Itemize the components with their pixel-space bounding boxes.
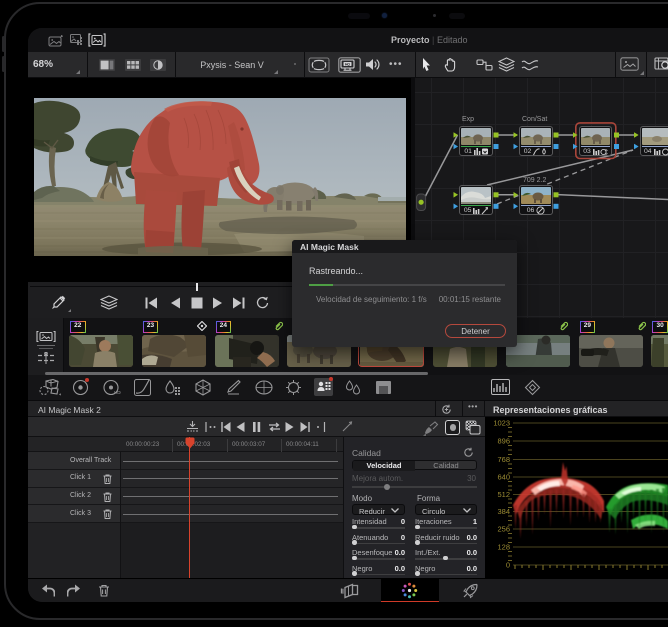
svg-text:256: 256 — [497, 525, 510, 534]
svg-text:HDR: HDR — [114, 390, 121, 395]
svg-text:640: 640 — [497, 473, 510, 482]
svg-text:0: 0 — [506, 561, 510, 570]
svg-text:512: 512 — [497, 490, 510, 499]
svg-text:HQ: HQ — [345, 62, 350, 66]
svg-text:768: 768 — [497, 455, 510, 464]
svg-text:384: 384 — [497, 507, 510, 516]
svg-text:1023: 1023 — [493, 419, 510, 428]
svg-text:896: 896 — [497, 437, 510, 446]
svg-text:128: 128 — [497, 543, 510, 552]
